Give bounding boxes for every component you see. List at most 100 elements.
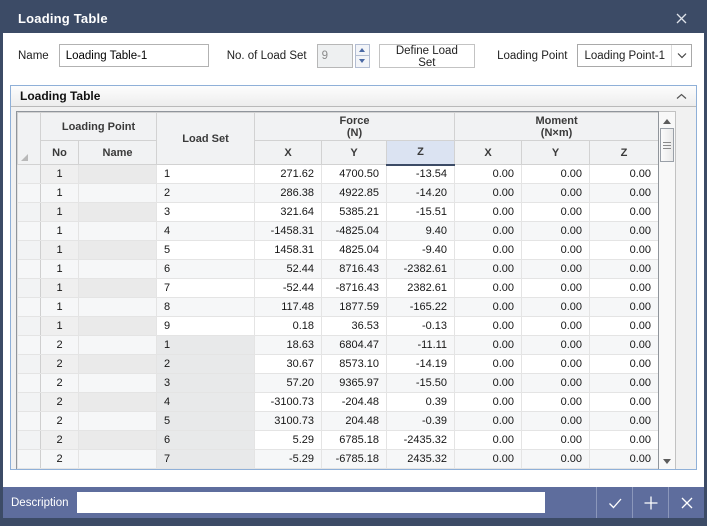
- moment-y-cell[interactable]: 0.00: [522, 260, 590, 279]
- moment-x-cell[interactable]: 0.00: [455, 260, 522, 279]
- force-y-cell[interactable]: 204.48: [322, 412, 387, 431]
- moment-x-cell[interactable]: 0.00: [455, 222, 522, 241]
- moment-y-cell[interactable]: 0.00: [522, 355, 590, 374]
- force-x-cell[interactable]: 3100.73: [255, 412, 322, 431]
- force-y-cell[interactable]: -8716.43: [322, 279, 387, 298]
- moment-z-cell[interactable]: [590, 469, 659, 470]
- row-indicator-cell[interactable]: [18, 336, 41, 355]
- moment-x-column-header[interactable]: X: [455, 141, 522, 165]
- force-x-cell[interactable]: 30.67: [255, 355, 322, 374]
- force-z-cell[interactable]: 0.39: [387, 393, 455, 412]
- load-set-cell[interactable]: 7: [157, 450, 255, 469]
- force-y-cell[interactable]: 8573.10: [322, 355, 387, 374]
- row-indicator-cell[interactable]: [18, 412, 41, 431]
- moment-y-cell[interactable]: 0.00: [522, 184, 590, 203]
- force-z-cell[interactable]: 9.40: [387, 222, 455, 241]
- force-y-cell[interactable]: 9365.97: [322, 374, 387, 393]
- force-x-cell[interactable]: 1458.31: [255, 241, 322, 260]
- row-indicator-cell[interactable]: [18, 317, 41, 336]
- force-z-cell[interactable]: [387, 469, 455, 470]
- moment-x-cell[interactable]: 0.00: [455, 374, 522, 393]
- moment-x-cell[interactable]: 0.00: [455, 336, 522, 355]
- force-z-cell[interactable]: -0.13: [387, 317, 455, 336]
- no-cell[interactable]: 1: [41, 203, 79, 222]
- no-cell[interactable]: 1: [41, 165, 79, 184]
- add-button[interactable]: [632, 487, 668, 518]
- loading-point-column-group-header[interactable]: Loading Point: [41, 113, 157, 141]
- force-y-cell[interactable]: -204.48: [322, 393, 387, 412]
- force-y-cell[interactable]: 5385.21: [322, 203, 387, 222]
- name-cell[interactable]: [79, 469, 157, 470]
- row-indicator-cell[interactable]: [18, 374, 41, 393]
- force-x-cell[interactable]: 57.20: [255, 374, 322, 393]
- moment-z-cell[interactable]: 0.00: [590, 203, 659, 222]
- moment-x-cell[interactable]: 0.00: [455, 431, 522, 450]
- force-y-cell[interactable]: -4825.04: [322, 222, 387, 241]
- moment-y-cell[interactable]: 0.00: [522, 203, 590, 222]
- name-cell[interactable]: [79, 374, 157, 393]
- moment-z-cell[interactable]: 0.00: [590, 374, 659, 393]
- spinner-down-button[interactable]: [355, 56, 370, 68]
- num-load-set-input[interactable]: [317, 44, 353, 68]
- force-z-cell[interactable]: -13.54: [387, 165, 455, 184]
- row-indicator-cell[interactable]: [18, 222, 41, 241]
- close-icon[interactable]: [670, 7, 692, 29]
- name-cell[interactable]: [79, 450, 157, 469]
- force-y-cell[interactable]: 8716.43: [322, 260, 387, 279]
- ok-button[interactable]: [596, 487, 632, 518]
- no-cell[interactable]: 2: [41, 431, 79, 450]
- moment-z-cell[interactable]: 0.00: [590, 355, 659, 374]
- no-cell[interactable]: 1: [41, 317, 79, 336]
- name-cell[interactable]: [79, 317, 157, 336]
- name-cell[interactable]: [79, 355, 157, 374]
- moment-y-column-header[interactable]: Y: [522, 141, 590, 165]
- force-z-cell[interactable]: -165.22: [387, 298, 455, 317]
- row-indicator-cell[interactable]: [18, 260, 41, 279]
- force-y-cell[interactable]: [322, 469, 387, 470]
- no-cell[interactable]: 1: [41, 241, 79, 260]
- force-y-cell[interactable]: 6804.47: [322, 336, 387, 355]
- force-x-cell[interactable]: 52.44: [255, 260, 322, 279]
- force-x-cell[interactable]: -52.44: [255, 279, 322, 298]
- force-x-cell[interactable]: 0.18: [255, 317, 322, 336]
- force-z-cell[interactable]: -14.20: [387, 184, 455, 203]
- load-set-cell[interactable]: 3: [157, 203, 255, 222]
- load-set-cell[interactable]: 4: [157, 222, 255, 241]
- moment-x-cell[interactable]: 0.00: [455, 279, 522, 298]
- no-cell[interactable]: 2: [41, 336, 79, 355]
- load-set-cell[interactable]: 4: [157, 393, 255, 412]
- force-x-cell[interactable]: -5.29: [255, 450, 322, 469]
- moment-y-cell[interactable]: 0.00: [522, 317, 590, 336]
- force-z-cell[interactable]: -15.50: [387, 374, 455, 393]
- moment-x-cell[interactable]: 0.00: [455, 317, 522, 336]
- load-set-cell[interactable]: 7: [157, 279, 255, 298]
- force-x-cell[interactable]: 117.48: [255, 298, 322, 317]
- loading-point-dropdown[interactable]: Loading Point-1: [577, 44, 692, 67]
- name-cell[interactable]: [79, 336, 157, 355]
- moment-z-cell[interactable]: 0.00: [590, 184, 659, 203]
- force-z-cell[interactable]: -11.11: [387, 336, 455, 355]
- load-set-cell[interactable]: 1: [157, 336, 255, 355]
- row-indicator-cell[interactable]: [18, 203, 41, 222]
- load-set-cell[interactable]: 5: [157, 241, 255, 260]
- name-cell[interactable]: [79, 165, 157, 184]
- load-set-cell[interactable]: 8: [157, 298, 255, 317]
- name-cell[interactable]: [79, 298, 157, 317]
- load-set-cell[interactable]: [157, 469, 255, 470]
- force-x-cell[interactable]: -3100.73: [255, 393, 322, 412]
- force-z-cell[interactable]: 2435.32: [387, 450, 455, 469]
- moment-z-cell[interactable]: 0.00: [590, 241, 659, 260]
- moment-z-cell[interactable]: 0.00: [590, 222, 659, 241]
- force-z-cell[interactable]: 2382.61: [387, 279, 455, 298]
- no-cell[interactable]: 2: [41, 450, 79, 469]
- force-x-cell[interactable]: 18.63: [255, 336, 322, 355]
- load-set-cell[interactable]: 6: [157, 260, 255, 279]
- name-cell[interactable]: [79, 222, 157, 241]
- name-cell[interactable]: [79, 279, 157, 298]
- moment-x-cell[interactable]: 0.00: [455, 412, 522, 431]
- moment-z-cell[interactable]: 0.00: [590, 260, 659, 279]
- moment-y-cell[interactable]: 0.00: [522, 241, 590, 260]
- no-cell[interactable]: [41, 469, 79, 470]
- no-cell[interactable]: 2: [41, 412, 79, 431]
- vertical-scrollbar[interactable]: [659, 111, 676, 469]
